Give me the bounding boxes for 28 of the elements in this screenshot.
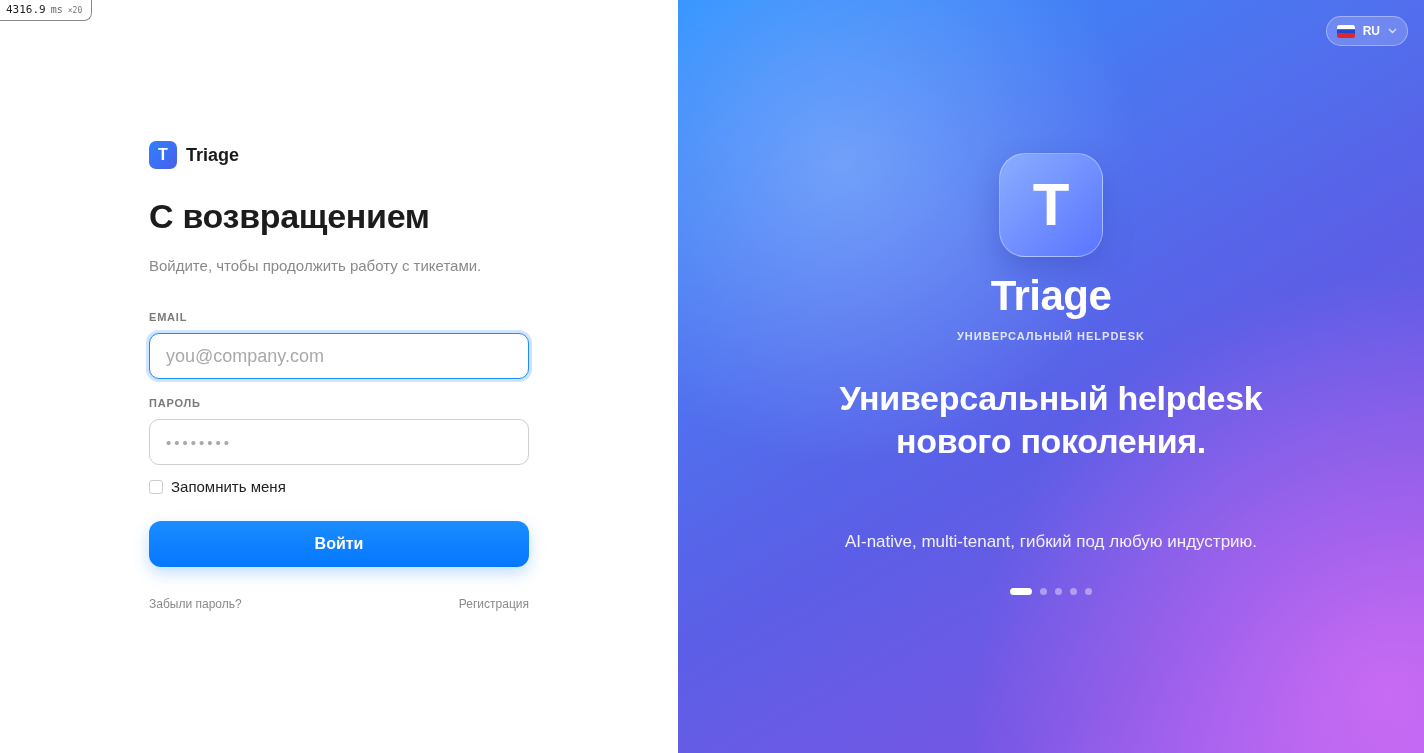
language-button[interactable]: RU — [1325, 16, 1408, 46]
app-name: Triage — [990, 271, 1112, 320]
chevron-down-icon — [1388, 28, 1397, 34]
eyebrow-text: УНИВЕРСАЛЬНЫЙ HELPDESK — [957, 328, 1145, 343]
text-link[interactable]: Регистрация — [458, 596, 529, 612]
checkbox[interactable] — [149, 480, 163, 494]
text-link[interactable]: Забыли пароль? — [149, 596, 242, 612]
email-field[interactable]: you@company.com — [149, 333, 529, 379]
app-logo: T — [149, 141, 177, 169]
checkbox-label[interactable]: Запомнить меня — [171, 478, 286, 496]
tagline: AI-native, multi-tenant, гибкий под любую индустрию. — [844, 530, 1258, 553]
subtitle: Войдите, чтобы продолжить работу с тикетами. — [149, 256, 483, 276]
headline: Универсальный helpdesk нового поколения. — [838, 377, 1264, 462]
field-label: EMAIL — [149, 310, 189, 324]
hero-logo: T — [999, 152, 1103, 257]
page-heading: С возвращением — [149, 196, 431, 237]
flag-icon — [1336, 24, 1355, 38]
brand-name: Triage — [186, 144, 240, 166]
login-button[interactable]: Войти — [149, 521, 529, 567]
timing-value: 4316.9 — [6, 3, 46, 16]
carousel-dot-icon[interactable] — [1085, 587, 1092, 595]
carousel-dot-icon[interactable] — [1070, 587, 1077, 595]
password-field[interactable]: •••••••• — [149, 419, 529, 465]
timing-unit: ms — [50, 4, 63, 15]
field-label: ПАРОЛЬ — [149, 396, 202, 410]
timing-count: ×20 — [67, 6, 83, 15]
carousel-dot-icon[interactable] — [1040, 587, 1047, 595]
carousel-dot-icon[interactable] — [1055, 587, 1062, 595]
